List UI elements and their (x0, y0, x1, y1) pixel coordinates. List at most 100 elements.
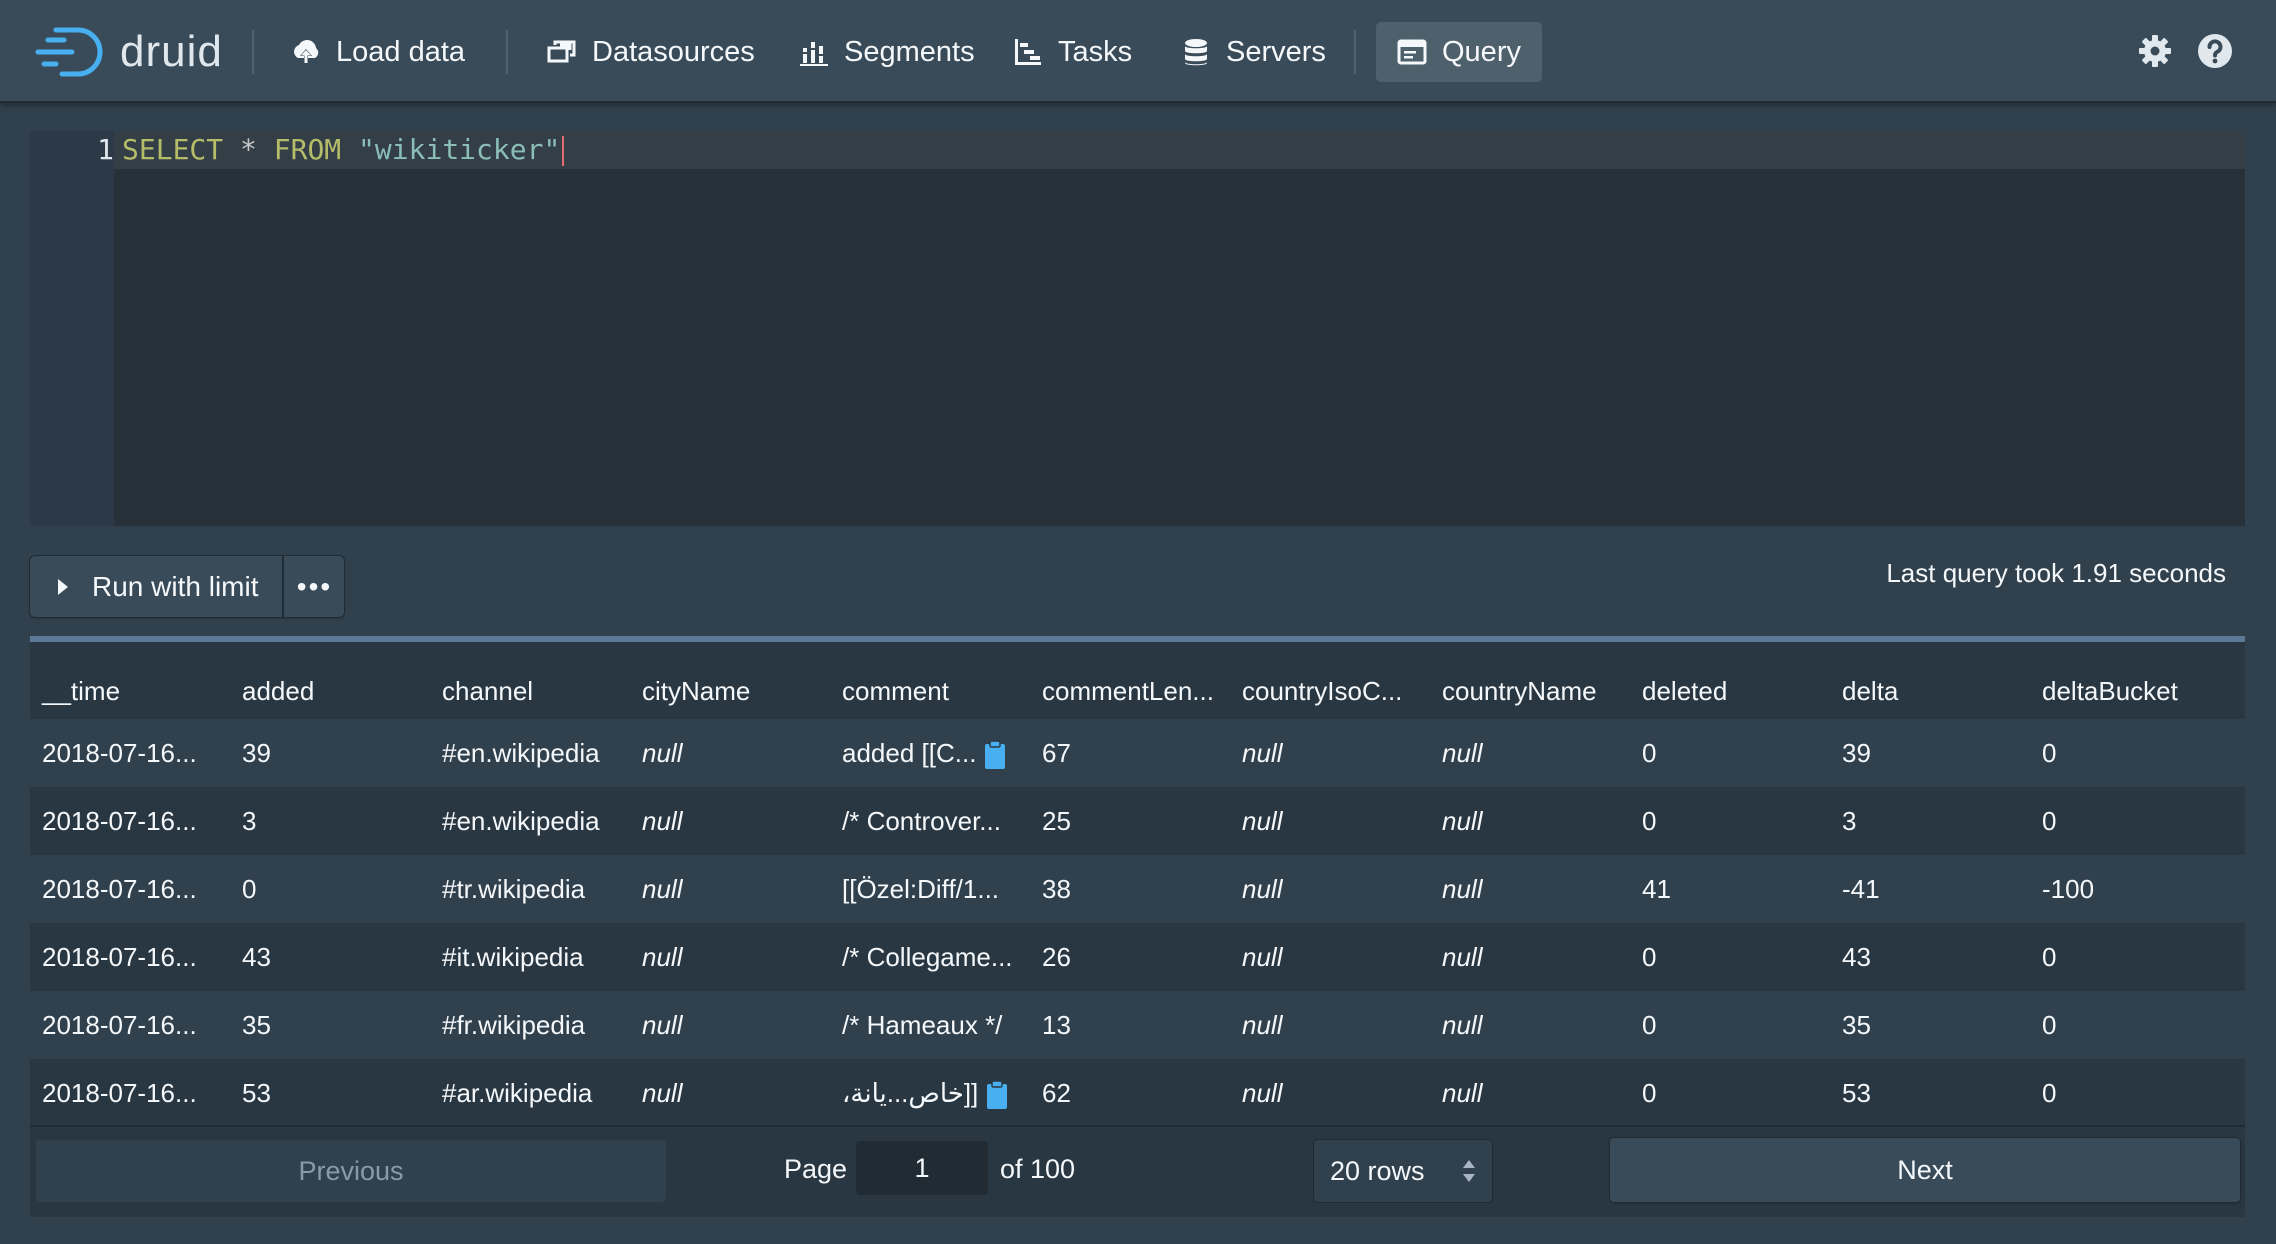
cell-value: /* Hameaux */ (842, 1009, 1003, 1040)
clipboard-icon[interactable] (986, 1080, 1008, 1109)
druid-logo[interactable]: druid (34, 22, 223, 82)
table-cell: #it.wikipedia (430, 942, 630, 973)
cloud-upload-icon (290, 36, 322, 68)
cell-value: null (1242, 873, 1283, 904)
cell-value: 39 (1842, 737, 1871, 768)
cell-value: 0 (1642, 1077, 1657, 1108)
cell-value: [[Özel:Diff/1... (842, 873, 1000, 904)
cell-value: 2018-07-16... (42, 1009, 197, 1040)
keyword-from: FROM (273, 133, 342, 166)
previous-button[interactable]: Previous (36, 1140, 666, 1202)
cell-value: [[خاص...يانة، (842, 1077, 979, 1108)
text-cursor (562, 136, 565, 166)
more-options-button[interactable]: ••• (284, 556, 344, 617)
cell-value: added [[C... (842, 737, 977, 768)
table-cell: 25 (1030, 806, 1230, 837)
column-header[interactable]: commentLen... (1030, 663, 1230, 719)
nav-load-data[interactable]: Load data (270, 22, 485, 82)
cell-value: 0 (242, 873, 257, 904)
cell-value: 67 (1042, 737, 1071, 768)
table-cell: 2018-07-16... (30, 1078, 230, 1109)
rows-per-page-select[interactable]: 20 rows (1314, 1140, 1492, 1202)
table-cell: 2018-07-16... (30, 874, 230, 905)
top-navbar: druid Load data Datasources Segments Tas… (0, 0, 2276, 103)
nav-divider (252, 30, 254, 74)
nav-divider (506, 30, 508, 74)
cell-value: null (642, 1077, 683, 1108)
nav-label: Datasources (592, 35, 755, 68)
column-header[interactable]: added (230, 663, 430, 719)
table-cell: 2018-07-16... (30, 1010, 230, 1041)
page-number-input[interactable]: 1 (856, 1141, 988, 1195)
nav-servers[interactable]: Servers (1160, 22, 1346, 82)
cell-value: 0 (2042, 1077, 2057, 1108)
cell-value: 35 (242, 1009, 271, 1040)
cell-value: null (1242, 941, 1283, 972)
cell-value: 53 (1842, 1077, 1871, 1108)
table-cell: 0 (2030, 806, 2230, 837)
column-header[interactable]: deleted (1630, 663, 1830, 719)
brand-name: druid (120, 27, 223, 76)
table-cell: 0 (1630, 806, 1830, 837)
stacked-chart-icon (798, 36, 830, 68)
nav-label: Tasks (1058, 35, 1133, 68)
cell-value: 0 (1642, 805, 1657, 836)
table-cell: null (1230, 874, 1430, 905)
cell-value: -41 (1842, 873, 1880, 904)
code-line[interactable]: SELECT * FROM "wikiticker" (122, 131, 565, 169)
cell-value: null (1442, 941, 1483, 972)
nav-datasources[interactable]: Datasources (526, 22, 775, 82)
druid-logo-icon (35, 27, 103, 77)
nav-query[interactable]: Query (1376, 22, 1542, 82)
cell-value: 35 (1842, 1009, 1871, 1040)
nav-divider (1354, 30, 1356, 74)
column-header[interactable]: __time (30, 663, 230, 719)
table-cell: null (630, 806, 830, 837)
cell-value: 13 (1042, 1009, 1071, 1040)
table-row: 2018-07-16... 53 #ar.wikipedia null [[خاص...… (30, 1059, 2245, 1127)
column-header[interactable]: delta (1830, 663, 2030, 719)
cell-value: 0 (2042, 1009, 2057, 1040)
cell-value: 0 (2042, 941, 2057, 972)
caret-right-icon (58, 578, 68, 595)
column-header[interactable]: cityName (630, 663, 830, 719)
table-cell: 39 (1830, 738, 2030, 769)
cell-value: #ar.wikipedia (442, 1077, 593, 1108)
table-header: __time added channel cityName comment comment… (30, 663, 2245, 719)
clipboard-icon[interactable] (984, 740, 1006, 769)
next-button[interactable]: Next (1610, 1138, 2240, 1202)
query-timing: Last query took 1.91 seconds (1886, 558, 2226, 588)
run-with-limit-button[interactable]: Run with limit (30, 556, 285, 617)
table-cell: null (630, 874, 830, 905)
nav-label: Query (1442, 35, 1521, 68)
table-row: 2018-07-16... 35 #fr.wikipedia null /* Hamea… (30, 991, 2245, 1059)
column-header[interactable]: deltaBucket (2030, 663, 2230, 719)
table-cell: 0 (1630, 942, 1830, 973)
cell-value: 43 (1842, 941, 1871, 972)
sql-editor[interactable]: 1 SELECT * FROM "wikiticker" (30, 131, 2245, 526)
cell-value: 41 (1642, 873, 1671, 904)
table-cell: 0 (2030, 738, 2230, 769)
cell-value: 25 (1042, 805, 1071, 836)
cog-icon[interactable] (2136, 32, 2174, 70)
table-cell: added [[C... (830, 738, 1030, 769)
table-cell: -41 (1830, 874, 2030, 905)
column-header[interactable]: channel (430, 663, 630, 719)
column-header[interactable]: countryName (1430, 663, 1630, 719)
line-number: 1 (97, 133, 114, 166)
code-area[interactable]: SELECT * FROM "wikiticker" (114, 131, 2245, 526)
table-cell: null (1430, 874, 1630, 905)
cell-value: null (1442, 737, 1483, 768)
column-header[interactable]: countryIsoC... (1230, 663, 1430, 719)
table-cell: 2018-07-16... (30, 806, 230, 837)
table-cell: 41 (1630, 874, 1830, 905)
table-cell: null (630, 942, 830, 973)
cell-value: null (1242, 805, 1283, 836)
cell-value: null (642, 1009, 683, 1040)
table-cell: #en.wikipedia (430, 806, 630, 837)
nav-tasks[interactable]: Tasks (992, 22, 1152, 82)
nav-segments[interactable]: Segments (778, 22, 995, 82)
page-label: Page (784, 1154, 848, 1184)
column-header[interactable]: comment (830, 663, 1030, 719)
help-icon[interactable] (2196, 32, 2234, 70)
